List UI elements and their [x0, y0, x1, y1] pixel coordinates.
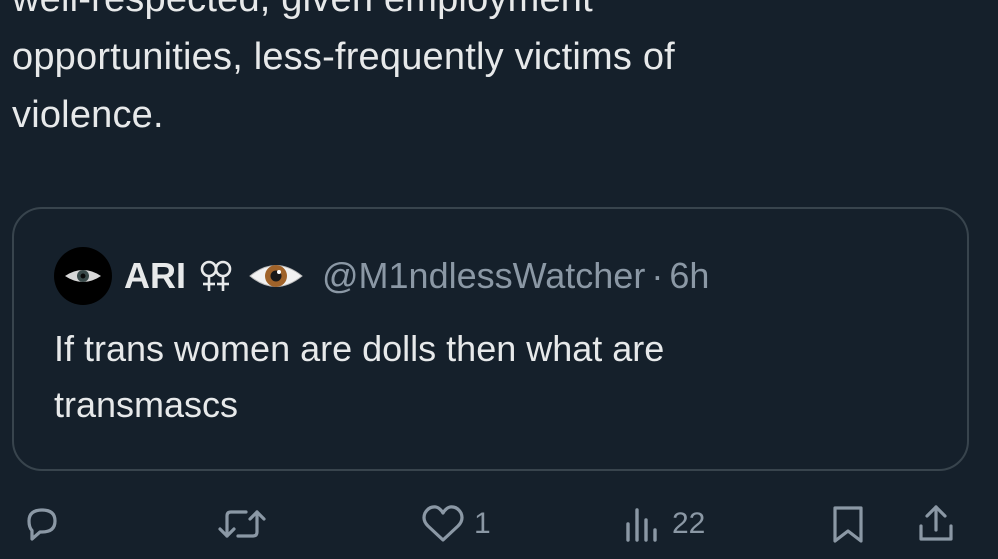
- view-count: 22: [672, 507, 706, 540]
- quoted-text-line: If trans women are dolls then what are: [54, 328, 665, 369]
- tweet-text-line: well-respected, given employment: [12, 0, 972, 28]
- tweet-text-line: opportunities, less-frequently victims o…: [12, 36, 675, 78]
- share-button[interactable]: [914, 496, 958, 552]
- like-count: 1: [474, 507, 491, 540]
- views-icon: [626, 508, 657, 542]
- quoted-tweet-card[interactable]: ARI @M1ndlessWatcher · 6h If trans women…: [12, 207, 969, 471]
- bookmark-button[interactable]: [828, 496, 868, 552]
- double-venus-icon: [198, 258, 234, 294]
- bookmark-icon: [833, 506, 863, 543]
- like-button[interactable]: 1: [420, 496, 491, 552]
- timestamp[interactable]: 6h: [669, 255, 709, 297]
- separator-dot: ·: [651, 255, 664, 296]
- reply-icon: [27, 508, 57, 541]
- reply-button[interactable]: [20, 496, 64, 552]
- tweet-text-line: violence.: [12, 94, 164, 136]
- quoted-tweet-text: If trans women are dolls then what are t…: [54, 321, 934, 433]
- author-name[interactable]: ARI: [124, 255, 186, 297]
- eye-emoji-icon: [248, 259, 304, 293]
- heart-icon: [422, 505, 464, 542]
- avatar-eye-icon: [65, 270, 101, 282]
- tweet-page: well-respected, given employment opportu…: [0, 0, 998, 559]
- quoted-tweet-header: ARI @M1ndlessWatcher · 6h: [54, 245, 709, 307]
- views-button[interactable]: 22: [622, 496, 705, 552]
- share-icon: [919, 505, 953, 541]
- action-bar: 1 22: [0, 496, 998, 552]
- retweet-icon: [218, 510, 266, 538]
- retweet-button[interactable]: [216, 496, 268, 552]
- quoted-text-line: transmascs: [54, 384, 239, 425]
- avatar[interactable]: [54, 247, 112, 305]
- author-handle[interactable]: @M1ndlessWatcher: [322, 255, 645, 297]
- tweet-body: well-respected, given employment opportu…: [12, 0, 972, 144]
